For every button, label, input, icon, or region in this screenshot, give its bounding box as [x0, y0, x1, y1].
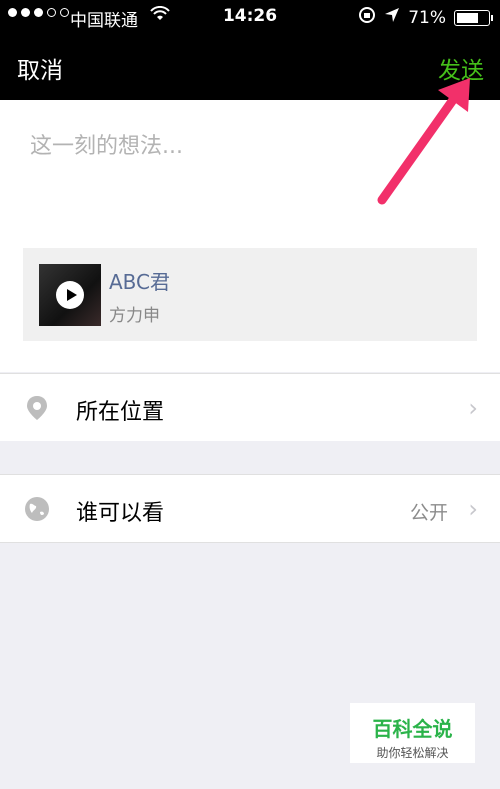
status-bar: 中国联通 14:26 71%	[0, 0, 500, 33]
location-arrow-icon	[384, 7, 400, 28]
rotation-lock-icon	[358, 6, 376, 29]
highlight-arrow-icon	[377, 78, 470, 205]
song-title: ABC君	[109, 270, 171, 294]
watermark-logo: 百科全说 助你轻松解决	[350, 703, 475, 763]
chevron-right-icon: ›	[468, 495, 478, 523]
battery-icon	[454, 9, 493, 26]
visibility-label: 谁可以看	[76, 501, 165, 526]
watermark-name: 百科全说	[372, 717, 453, 741]
visibility-value: 公开	[409, 502, 448, 524]
thought-input[interactable]: 这一刻的想法...	[30, 128, 183, 160]
location-label: 所在位置	[76, 400, 165, 425]
location-pin-icon	[24, 395, 50, 421]
visibility-row[interactable]: 谁可以看 公开 ›	[0, 474, 500, 543]
watermark-tagline: 助你轻松解决	[376, 746, 449, 760]
album-cover	[39, 264, 101, 326]
chevron-right-icon: ›	[468, 394, 478, 422]
play-icon[interactable]	[56, 281, 84, 309]
location-row[interactable]: 所在位置 ›	[0, 373, 500, 441]
cancel-button[interactable]: 取消	[17, 51, 63, 85]
music-card[interactable]: ABC君 方力申	[23, 248, 477, 341]
song-artist: 方力申	[109, 306, 160, 326]
globe-icon	[24, 496, 50, 522]
battery-percent: 71%	[408, 7, 446, 28]
